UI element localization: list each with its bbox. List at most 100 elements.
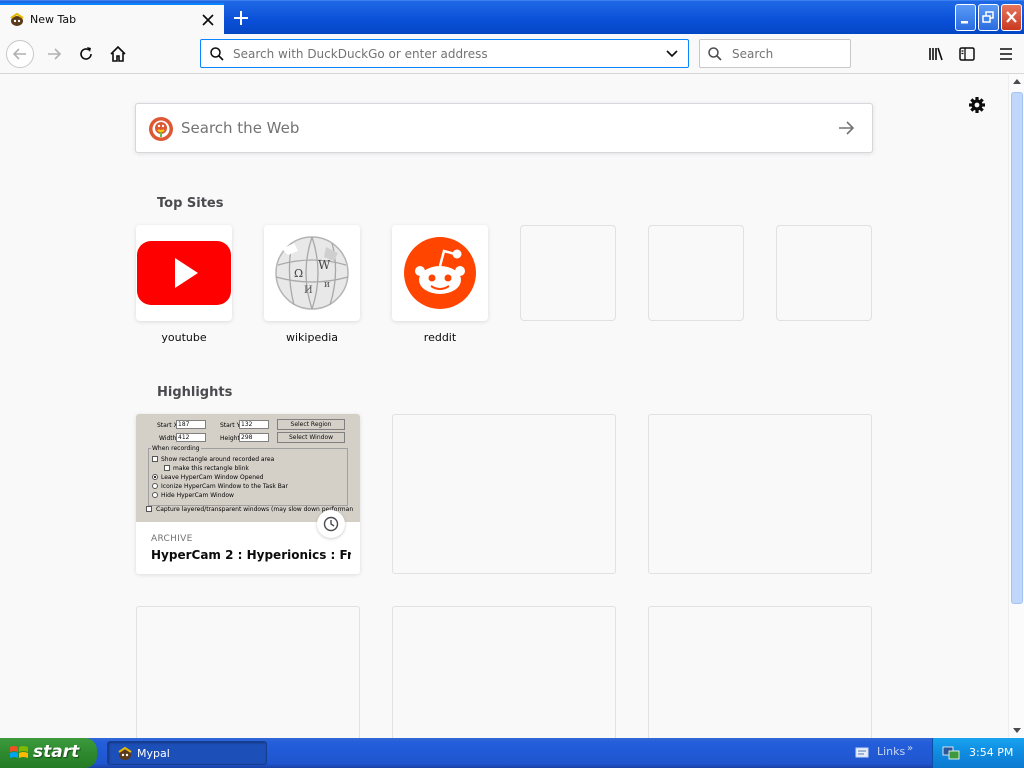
- highlight-placeholder: [136, 606, 360, 738]
- clock-time[interactable]: 3:54 PM: [969, 746, 1013, 759]
- thumb-text: Iconize HyperCam Window to the Task Bar: [161, 483, 288, 490]
- address-bar[interactable]: [200, 39, 689, 68]
- links-chevron[interactable]: »: [907, 743, 913, 754]
- chevron-down-icon[interactable]: [665, 48, 679, 60]
- thumb-text: Width: [159, 435, 177, 442]
- links-label: Links: [877, 745, 906, 758]
- search-bar[interactable]: [699, 39, 851, 68]
- scroll-up-arrow-icon[interactable]: [1010, 74, 1024, 90]
- menu-button[interactable]: [992, 40, 1020, 68]
- thumb-field: 187: [176, 420, 206, 429]
- minimize-icon: [961, 21, 968, 24]
- start-label: start: [33, 742, 80, 762]
- sidebar-button[interactable]: [953, 40, 981, 68]
- thumb-button: Select Region: [277, 419, 345, 430]
- thumb-text: Start X: [157, 422, 178, 429]
- tab-new-tab[interactable]: New Tab: [0, 3, 224, 35]
- youtube-icon: [137, 241, 231, 305]
- hamburger-menu-icon: [1000, 48, 1012, 60]
- minimize-button[interactable]: [955, 4, 976, 31]
- top-site-tile[interactable]: [392, 225, 488, 321]
- new-tab-plus-icon[interactable]: [229, 6, 253, 30]
- arrow-right-icon[interactable]: [836, 118, 856, 138]
- highlight-placeholder: [648, 606, 872, 738]
- thumb-text: Leave HyperCam Window Opened: [161, 474, 264, 481]
- mypal-icon: [118, 746, 132, 760]
- links-toolbar-icon: [855, 747, 869, 758]
- svg-text:И: И: [304, 285, 313, 296]
- highlight-card[interactable]: Start X 187 Start Y 132 Select Region Wi…: [136, 414, 360, 574]
- tab-strip: New Tab: [0, 0, 1024, 35]
- reload-button[interactable]: [72, 40, 100, 68]
- top-site-reddit[interactable]: reddit: [392, 225, 488, 344]
- home-icon: [110, 45, 126, 62]
- duckduckgo-icon: [149, 117, 173, 141]
- search-icon: [708, 47, 722, 61]
- restore-button[interactable]: [978, 4, 999, 31]
- thumb-field: 298: [239, 433, 269, 442]
- thumb-text: When recording: [151, 445, 201, 452]
- gear-icon[interactable]: [966, 94, 988, 116]
- thumb-text: make this rectangle blink: [173, 465, 249, 472]
- top-site-tile[interactable]: [520, 225, 616, 321]
- top-site-tile[interactable]: [136, 225, 232, 321]
- reload-icon: [80, 47, 92, 60]
- history-badge: [317, 510, 345, 538]
- back-button[interactable]: [6, 40, 34, 68]
- top-site-youtube[interactable]: youtube: [136, 225, 232, 344]
- scrollbar-thumb[interactable]: [1011, 92, 1023, 604]
- highlight-placeholder: [648, 414, 872, 574]
- home-button[interactable]: [104, 40, 132, 68]
- address-input[interactable]: [233, 46, 653, 62]
- restore-icon: [982, 11, 994, 23]
- top-site-tile[interactable]: [648, 225, 744, 321]
- tab-title: New Tab: [30, 13, 77, 26]
- network-icon[interactable]: [942, 745, 960, 761]
- highlight-placeholder: [392, 414, 616, 574]
- close-tab-icon[interactable]: [199, 11, 217, 29]
- taskbar: start Mypal Links » 3:54 PM: [0, 738, 1024, 768]
- thumb-checkbox: [164, 465, 170, 471]
- top-sites-heading: Top Sites: [157, 196, 224, 211]
- close-window-button[interactable]: [1001, 4, 1022, 31]
- thumb-radio: [152, 474, 158, 480]
- highlight-title: HyperCam 2 : Hyperionics : Free ...: [151, 548, 351, 562]
- arrow-left-icon: [12, 48, 26, 60]
- svg-text:и: и: [324, 280, 330, 290]
- reddit-icon: [404, 237, 476, 309]
- thumb-radio: [152, 483, 158, 489]
- new-tab-page: Top Sites youtube Ω W И и wikipedia: [0, 74, 1008, 738]
- mypal-favicon-icon: [10, 12, 24, 26]
- navigation-toolbar: [0, 34, 1024, 74]
- top-site-empty[interactable]: [520, 225, 616, 321]
- forward-button[interactable]: [40, 40, 68, 68]
- web-search-box[interactable]: [135, 103, 873, 153]
- taskbar-item-mypal[interactable]: Mypal: [107, 741, 267, 765]
- top-site-empty[interactable]: [648, 225, 744, 321]
- highlight-thumbnail: Start X 187 Start Y 132 Select Region Wi…: [136, 414, 360, 522]
- svg-text:W: W: [318, 258, 331, 272]
- close-icon: [1006, 11, 1017, 23]
- thumb-text: Height: [220, 435, 240, 442]
- library-button[interactable]: [922, 40, 950, 68]
- thumb-field: 412: [176, 433, 206, 442]
- thumb-field: 132: [239, 420, 269, 429]
- scroll-down-arrow-icon[interactable]: [1010, 722, 1024, 738]
- top-site-tile[interactable]: [776, 225, 872, 321]
- arrow-right-icon: [48, 48, 62, 60]
- search-input[interactable]: [732, 46, 844, 62]
- top-site-empty[interactable]: [776, 225, 872, 321]
- web-search-input[interactable]: [181, 118, 801, 138]
- thumb-button: Select Window: [277, 432, 345, 443]
- start-button[interactable]: start: [0, 738, 97, 768]
- wikipedia-icon: Ω W И и: [275, 236, 349, 310]
- top-site-tile[interactable]: Ω W И и: [264, 225, 360, 321]
- thumb-checkbox: [152, 456, 158, 462]
- thumb-text: Start Y: [220, 422, 241, 429]
- top-site-label: youtube: [161, 331, 207, 344]
- top-site-wikipedia[interactable]: Ω W И и wikipedia: [264, 225, 360, 344]
- system-tray: 3:54 PM: [932, 738, 1024, 768]
- windows-flag-icon: [10, 746, 28, 758]
- search-icon: [210, 47, 224, 61]
- vertical-scrollbar[interactable]: [1008, 74, 1024, 738]
